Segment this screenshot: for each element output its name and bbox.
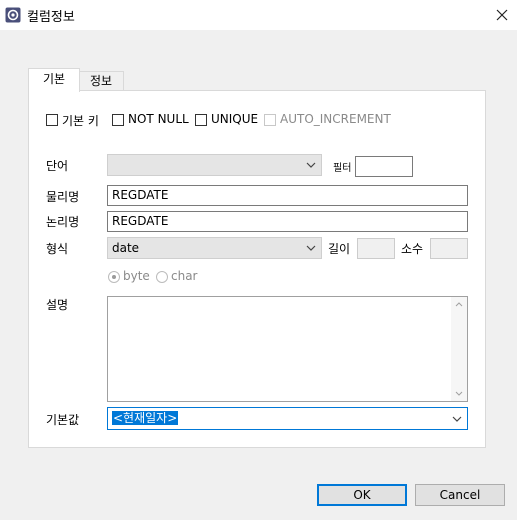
unit-byte-label: byte — [123, 269, 150, 283]
type-select[interactable]: date — [107, 237, 322, 259]
default-value-label: 기본값 — [46, 413, 80, 427]
scroll-up-icon[interactable] — [455, 301, 463, 307]
word-select[interactable] — [107, 154, 322, 176]
auto-increment-label: AUTO_INCREMENT — [280, 112, 391, 126]
decimal-label: 소수 — [401, 242, 424, 256]
close-button[interactable] — [488, 2, 516, 28]
filter-label: 필터 — [333, 163, 352, 174]
default-value-text: <현재일자> — [112, 411, 179, 425]
physical-name-input[interactable]: REGDATE — [107, 185, 468, 206]
window-title: 컬럼정보 — [27, 10, 75, 25]
type-label: 형식 — [46, 242, 69, 256]
filter-input[interactable] — [355, 156, 413, 177]
close-icon — [496, 9, 508, 21]
decimal-input[interactable] — [430, 238, 468, 259]
type-select-value: date — [112, 241, 140, 255]
description-scrollbar[interactable] — [451, 297, 467, 401]
chevron-down-icon — [306, 245, 316, 251]
tab-basic[interactable]: 기본 — [28, 68, 80, 92]
ok-button[interactable]: OK — [317, 484, 407, 506]
unique-checkbox[interactable] — [195, 114, 207, 126]
title-bar: 컬럼정보 — [0, 0, 517, 30]
logical-name-input[interactable]: REGDATE — [107, 211, 468, 232]
physical-name-label: 물리명 — [46, 190, 80, 204]
unit-char-radio[interactable] — [156, 271, 168, 283]
scroll-down-icon[interactable] — [455, 391, 463, 397]
description-label: 설명 — [46, 298, 69, 312]
tab-info[interactable]: 정보 — [78, 71, 124, 91]
unit-char-label: char — [171, 269, 198, 283]
primary-key-checkbox[interactable] — [46, 114, 58, 126]
primary-key-label: 기본 키 — [62, 114, 99, 128]
length-input[interactable] — [357, 238, 395, 259]
length-label: 길이 — [328, 242, 351, 256]
unique-label: UNIQUE — [211, 112, 259, 126]
not-null-checkbox[interactable] — [112, 114, 124, 126]
chevron-down-icon — [452, 416, 462, 422]
auto-increment-checkbox[interactable] — [264, 114, 276, 126]
unit-byte-radio[interactable] — [108, 271, 120, 283]
default-value-combobox[interactable]: <현재일자> — [107, 407, 468, 430]
gear-icon — [5, 7, 21, 23]
cancel-button[interactable]: Cancel — [415, 484, 505, 506]
logical-name-label: 논리명 — [46, 215, 80, 229]
not-null-label: NOT NULL — [128, 112, 189, 126]
chevron-down-icon — [306, 162, 316, 168]
description-textarea[interactable] — [107, 296, 468, 402]
word-label: 단어 — [46, 159, 69, 173]
